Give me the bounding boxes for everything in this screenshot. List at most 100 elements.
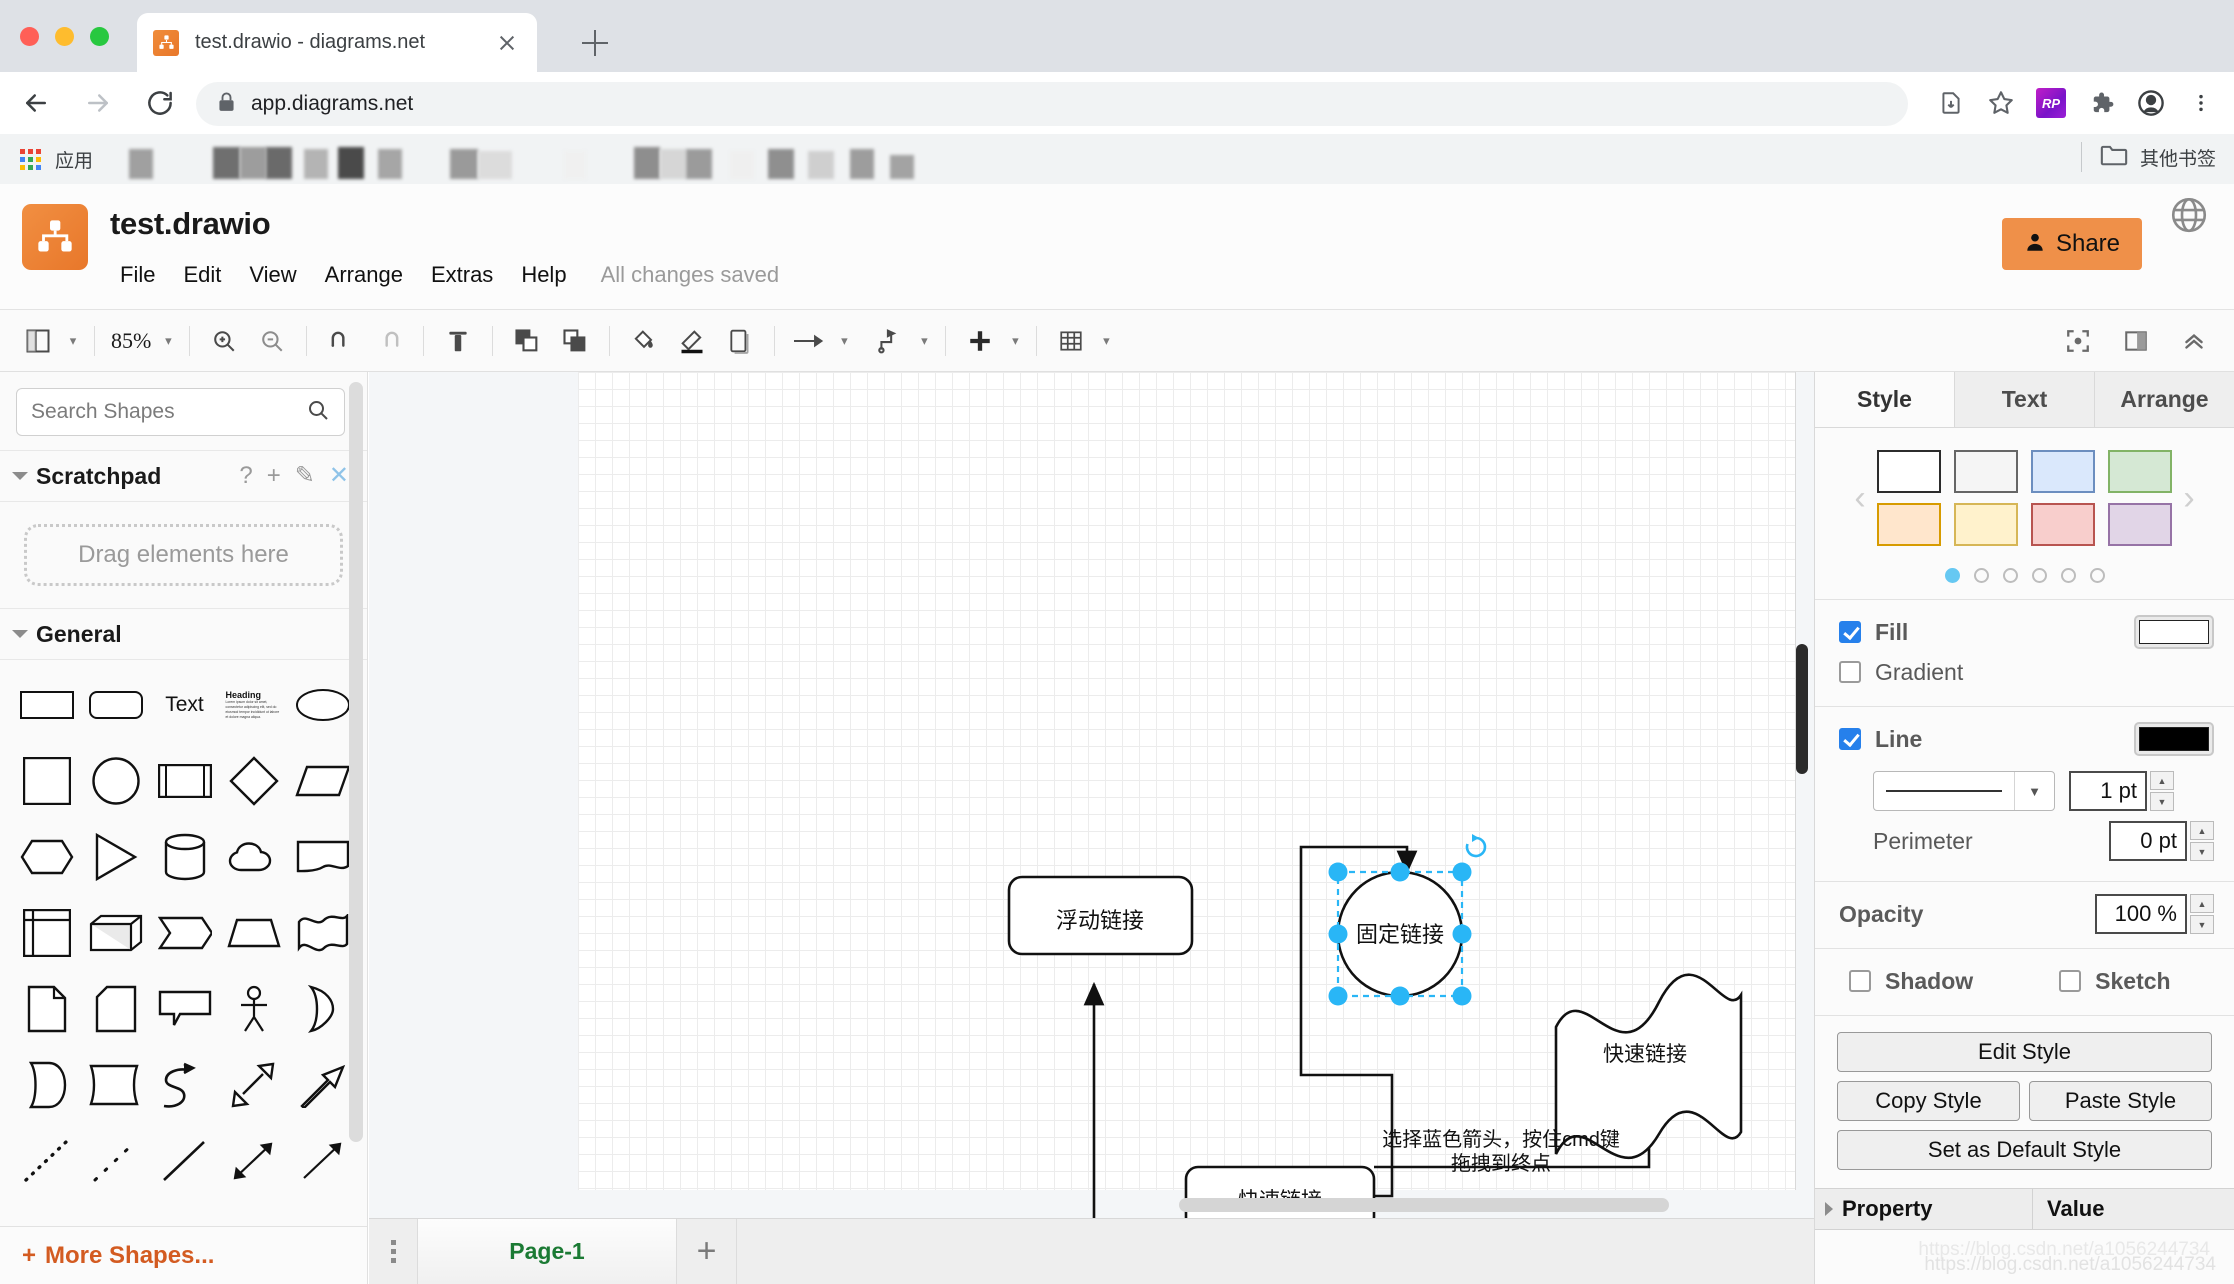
page-download-icon[interactable] (1928, 80, 1974, 126)
shadow-checkbox[interactable] (1849, 970, 1871, 992)
line-width-input[interactable]: 1 pt (2069, 771, 2147, 811)
shape-trapezoid[interactable] (219, 904, 288, 962)
shape-curved-rectangle[interactable] (81, 1056, 150, 1114)
rotate-handle-icon[interactable] (1465, 834, 1487, 858)
page-tab-page-1[interactable]: Page-1 (417, 1219, 677, 1284)
shape-text[interactable]: Text (150, 676, 219, 734)
file-name[interactable]: test.drawio (110, 206, 271, 242)
reload-icon[interactable] (134, 77, 186, 129)
zoom-out-icon[interactable] (248, 319, 296, 363)
shape-internal-storage[interactable] (12, 904, 81, 962)
shape-data-storage[interactable] (12, 1056, 81, 1114)
shape-textbox-heading[interactable]: Heading Lorem ipsum dolor sit amet, cons… (219, 676, 288, 734)
opacity-stepper[interactable]: ▲ ▼ (2190, 894, 2214, 934)
swatch-green[interactable] (2108, 450, 2172, 493)
fill-checkbox[interactable] (1839, 621, 1861, 643)
fill-color-icon[interactable] (620, 319, 668, 363)
bookmark-items-redacted[interactable] (119, 139, 915, 179)
shape-or-shape[interactable] (288, 980, 357, 1038)
paste-style-button[interactable]: Paste Style (2029, 1081, 2212, 1121)
shape-triangle[interactable] (81, 828, 150, 886)
chevron-right-icon[interactable] (1825, 1202, 1833, 1216)
swatch-page-dot-5[interactable] (2060, 568, 2076, 583)
address-bar[interactable]: app.diagrams.net (196, 82, 1908, 126)
waypoints-icon[interactable] (865, 319, 913, 363)
chevron-right-icon[interactable]: › (2172, 481, 2206, 515)
section-header-scratchpad[interactable]: Scratchpad ? + ✎ ✕ (0, 450, 367, 502)
delete-icon[interactable] (434, 319, 482, 363)
tab-arrange[interactable]: Arrange (2095, 372, 2234, 427)
page-menu-icon[interactable] (369, 1219, 417, 1284)
shape-card[interactable] (81, 980, 150, 1038)
profile-avatar-icon[interactable] (2128, 80, 2174, 126)
view-panels-dropdown-icon[interactable]: ▾ (62, 319, 84, 363)
gradient-checkbox[interactable] (1839, 661, 1861, 683)
section-header-general[interactable]: General (0, 608, 367, 660)
shape-cylinder[interactable] (150, 828, 219, 886)
chevron-down-icon[interactable]: ▼ (2014, 772, 2054, 810)
collapse-icon[interactable] (2170, 319, 2218, 363)
edit-style-button[interactable]: Edit Style (1837, 1032, 2212, 1072)
swatch-red[interactable] (2031, 503, 2095, 546)
canvas-horizontal-scrollbar[interactable] (1179, 1198, 1669, 1212)
edit-pencil-icon[interactable]: ✎ (295, 464, 315, 488)
shape-cube[interactable] (81, 904, 150, 962)
set-default-style-button[interactable]: Set as Default Style (1837, 1130, 2212, 1170)
property-column-header[interactable]: Property (1815, 1189, 2033, 1229)
scratchpad-dropzone[interactable]: Drag elements here (24, 524, 343, 586)
new-tab-button[interactable] (578, 26, 612, 60)
perimeter-input[interactable]: 0 pt (2109, 821, 2187, 861)
shape-cloud[interactable] (219, 828, 288, 886)
close-icon[interactable]: ✕ (329, 464, 349, 488)
line-color-swatch[interactable] (2134, 722, 2214, 756)
shape-dotted-line[interactable] (12, 1132, 81, 1190)
undo-icon[interactable] (317, 319, 365, 363)
menu-view[interactable]: View (235, 258, 310, 292)
sketch-checkbox[interactable] (2059, 970, 2082, 992)
line-checkbox[interactable] (1839, 728, 1861, 750)
swatch-white[interactable] (1877, 450, 1941, 493)
shape-plain-line[interactable] (150, 1132, 219, 1190)
zoom-in-icon[interactable] (200, 319, 248, 363)
insert-dropdown-icon[interactable]: ▾ (1004, 319, 1026, 363)
tab-text[interactable]: Text (1955, 372, 2095, 427)
shape-bidirectional-arrow[interactable] (219, 1132, 288, 1190)
table-icon[interactable] (1047, 319, 1095, 363)
rp-extension-icon[interactable]: RP (2028, 80, 2074, 126)
swatch-page-dot-1[interactable] (1944, 568, 1960, 583)
swatch-gray[interactable] (1954, 450, 2018, 493)
menu-file[interactable]: File (112, 258, 169, 292)
add-icon[interactable]: + (267, 464, 281, 488)
menu-edit[interactable]: Edit (169, 258, 235, 292)
shape-thick-arrow[interactable] (288, 1056, 357, 1114)
shape-note[interactable] (12, 980, 81, 1038)
shape-square[interactable] (12, 752, 81, 810)
shape-rectangle[interactable] (12, 676, 81, 734)
swatch-page-dot-4[interactable] (2031, 568, 2047, 583)
shape-simple-arrow[interactable] (288, 1132, 357, 1190)
other-bookmarks-folder[interactable]: 其他书签 (2080, 142, 2216, 172)
swatch-orange[interactable] (1877, 503, 1941, 546)
shape-dashed-line[interactable] (81, 1132, 150, 1190)
menu-extras[interactable]: Extras (417, 258, 507, 292)
shape-tape[interactable] (288, 904, 357, 962)
connection-arrow-icon[interactable] (785, 319, 833, 363)
shape-document[interactable] (288, 828, 357, 886)
help-icon[interactable]: ? (239, 464, 252, 488)
shape-s-arrow[interactable] (150, 1056, 219, 1114)
line-width-stepper[interactable]: ▲ ▼ (2150, 771, 2174, 811)
back-arrow-icon[interactable] (10, 77, 62, 129)
redo-icon[interactable] (365, 319, 413, 363)
shape-diamond[interactable] (219, 752, 288, 810)
shadow-icon[interactable] (716, 319, 764, 363)
zoom-dropdown-icon[interactable]: ▾ (157, 319, 179, 363)
forward-arrow-icon[interactable] (72, 77, 124, 129)
diagram-canvas[interactable]: 浮动链接 固定链接 快速链接 选择蓝色箭头，按住cmd键 拖拽到终点 (369, 372, 1814, 1218)
search-shapes-box[interactable] (16, 388, 345, 436)
menu-help[interactable]: Help (507, 258, 580, 292)
perimeter-stepper[interactable]: ▲ ▼ (2190, 821, 2214, 861)
insert-icon[interactable] (956, 319, 1004, 363)
swatch-page-dot-2[interactable] (1973, 568, 1989, 583)
bookmark-star-icon[interactable] (1978, 80, 2024, 126)
shape-circle[interactable] (81, 752, 150, 810)
